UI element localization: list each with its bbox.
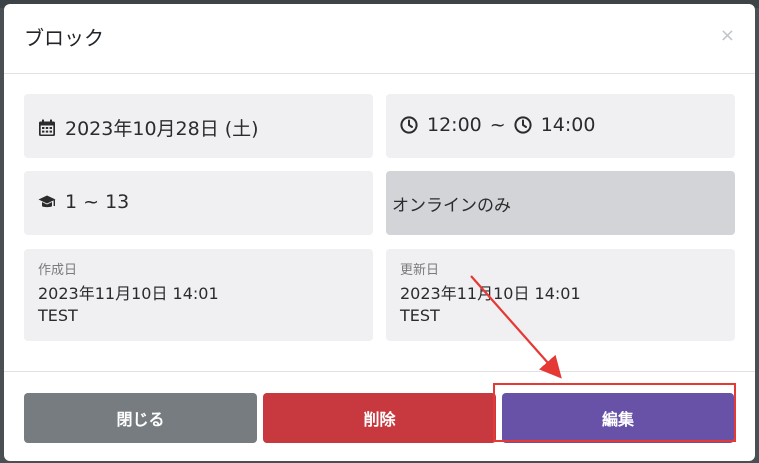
clock-icon bbox=[400, 116, 418, 134]
created-user: TEST bbox=[38, 306, 78, 325]
clock-icon bbox=[514, 116, 532, 134]
updated-card: 更新日 2023年11月10日 14:01 TEST bbox=[386, 249, 735, 341]
start-time: 12:00 bbox=[427, 114, 482, 136]
mode-card: オンラインのみ bbox=[386, 171, 735, 235]
date-card: 2023年10月28日 (土) bbox=[24, 94, 373, 158]
close-icon[interactable]: × bbox=[720, 24, 735, 48]
graduation-cap-icon bbox=[38, 193, 56, 211]
edit-button[interactable]: 編集 bbox=[502, 393, 734, 443]
seat-card: 1 ~ 13 bbox=[24, 171, 373, 235]
modal-footer: 閉じる 削除 編集 bbox=[4, 371, 755, 461]
block-modal: ブロック × 2023年10月28日 (土) 12:00 ~ 14:00 1 ~… bbox=[4, 4, 755, 461]
modal-title: ブロック bbox=[24, 26, 104, 50]
calendar-icon bbox=[38, 119, 56, 137]
date-text: 2023年10月28日 (土) bbox=[65, 118, 259, 140]
updated-datetime: 2023年11月10日 14:01 bbox=[400, 284, 581, 303]
seat-range: 1 ~ 13 bbox=[65, 191, 130, 213]
updated-user: TEST bbox=[400, 306, 440, 325]
delete-button[interactable]: 削除 bbox=[263, 393, 496, 443]
updated-label: 更新日 bbox=[400, 263, 440, 278]
mode-text: オンラインのみ bbox=[392, 196, 511, 216]
created-label: 作成日 bbox=[38, 263, 78, 278]
created-datetime: 2023年11月10日 14:01 bbox=[38, 284, 219, 303]
modal-header: ブロック × bbox=[4, 4, 755, 74]
time-card: 12:00 ~ 14:00 bbox=[386, 94, 735, 158]
end-time: 14:00 bbox=[540, 114, 596, 136]
time-separator: ~ bbox=[489, 114, 506, 136]
created-card: 作成日 2023年11月10日 14:01 TEST bbox=[24, 249, 373, 341]
close-button[interactable]: 閉じる bbox=[24, 393, 257, 443]
